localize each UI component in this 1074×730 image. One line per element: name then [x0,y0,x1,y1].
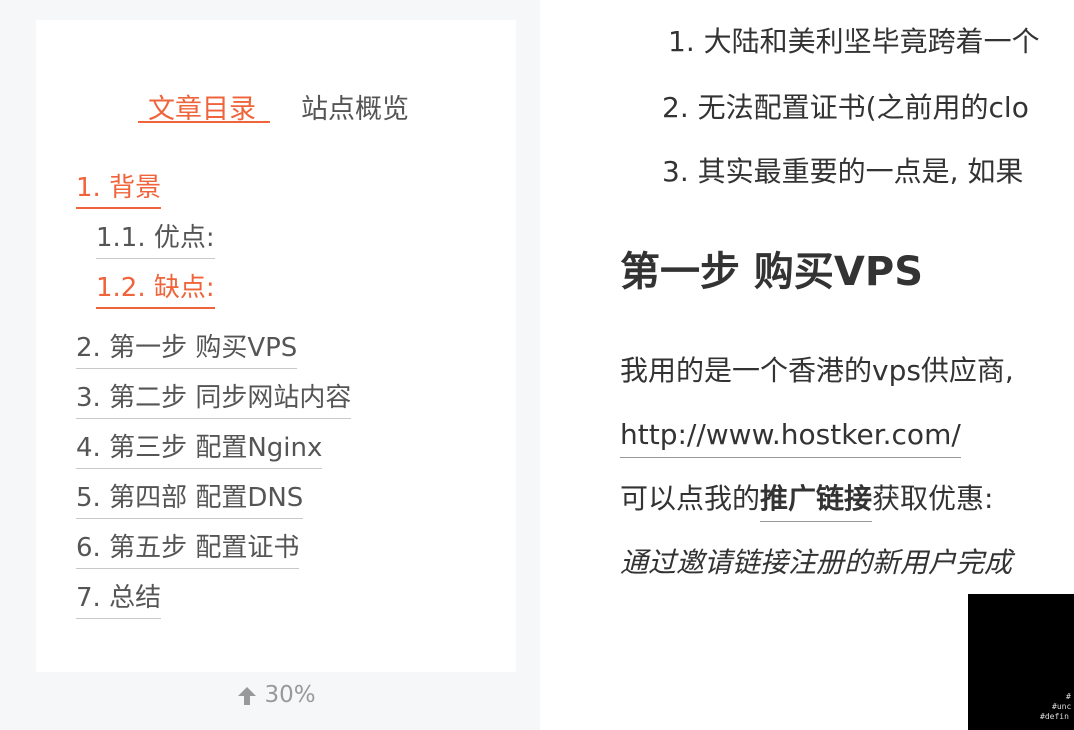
terminal-line: #defin [1040,712,1069,721]
toc-item-pros[interactable]: 1.1. 优点: [96,223,215,259]
progress-percent: 30% [264,682,316,708]
back-to-top-button[interactable]: 30% [36,674,516,720]
paragraph: 可以点我的推广链接 获取优惠: [620,482,994,522]
tab-site-overview[interactable]: 站点概览 [301,96,409,124]
toc-item-label: 2. 第一步 购买VPS [76,333,298,363]
hostker-link[interactable]: http://www.hostker.com/ [620,418,961,458]
toc-item-config-nginx[interactable]: 4. 第三步 配置Nginx [76,433,323,469]
reading-progress: 30% [36,682,516,708]
paragraph-text: 获取优惠: [872,482,994,515]
toc-item-label: 3. 第二步 同步网站内容 [76,383,352,413]
arrow-up-icon [238,686,257,705]
toc-item-cons[interactable]: 1.2. 缺点: [96,273,215,309]
toc-item-label: 4. 第三步 配置Nginx [76,433,323,463]
toc-item-label: 1.2. 缺点: [96,273,215,303]
toc-item-label: 1.1. 优点: [96,223,215,253]
toc-item-summary[interactable]: 7. 总结 [76,583,162,619]
promo-link[interactable]: 推广链接 [760,482,873,522]
terminal-screenshot: # #unc #defin [968,594,1074,730]
toc-item-label: 5. 第四部 配置DNS [76,483,304,513]
terminal-line: #unc [1052,702,1072,711]
toc-item-buy-vps[interactable]: 2. 第一步 购买VPS [76,333,298,369]
tab-toc[interactable]: 文章目录 [148,96,256,124]
toc-item-sync-content[interactable]: 3. 第二步 同步网站内容 [76,383,352,419]
sidebar-tabs: 文章目录 站点概览 [36,96,516,124]
active-tab-indicator [138,121,270,123]
paragraph-text: 可以点我的 [620,482,761,515]
toc-item-label: 1. 背景 [76,173,162,203]
list-item: 1. 大陆和美利坚毕竟跨着一个 [668,25,1040,58]
italic-note: 通过邀请链接注册的新用户完成 [620,546,1013,579]
toc-item-config-cert[interactable]: 6. 第五步 配置证书 [76,533,300,569]
toc-item-background[interactable]: 1. 背景 [76,173,162,209]
section-heading: 第一步 购买VPS [620,249,924,295]
toc-item-label: 7. 总结 [76,583,162,613]
terminal-line: # [1066,692,1071,701]
toc-item-label: 6. 第五步 配置证书 [76,533,300,563]
link-text: 推广链接 [760,482,873,515]
list-item: 2. 无法配置证书(之前用的clo [662,91,1029,124]
list-item: 3. 其实最重要的一点是, 如果 [662,155,1024,188]
toc-item-config-dns[interactable]: 5. 第四部 配置DNS [76,483,304,519]
paragraph: http://www.hostker.com/ [620,418,961,458]
paragraph: 我用的是一个香港的vps供应商, [620,354,1014,387]
link-text: http://www.hostker.com/ [620,418,961,451]
